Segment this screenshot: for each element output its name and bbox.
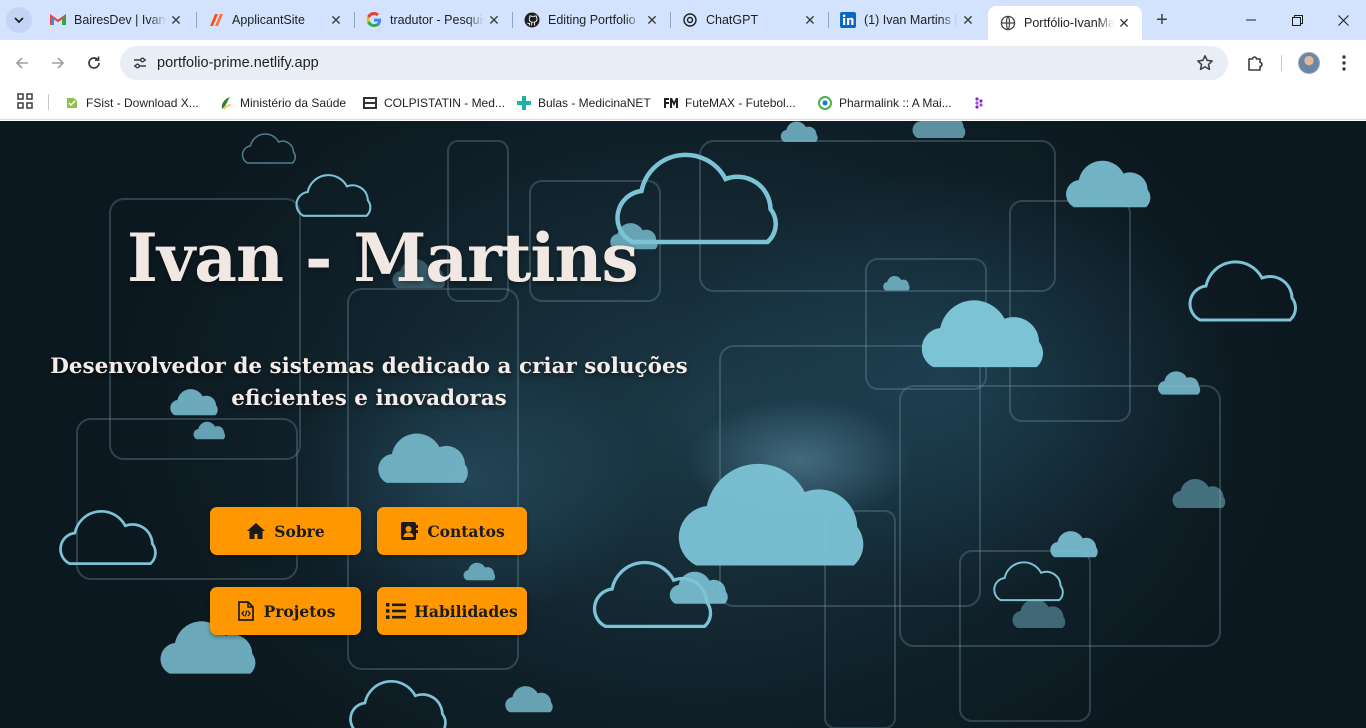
- close-icon[interactable]: ✕: [958, 10, 978, 30]
- applicant-site-icon: [208, 12, 224, 28]
- tab-title: tradutor - Pesquisa Google: [390, 13, 484, 27]
- bookmark-ministerio[interactable]: Ministério da Saúde: [218, 91, 346, 115]
- pharmalink-icon: [817, 95, 833, 111]
- bookmark-label: Pharmalink :: A Mai...: [839, 96, 952, 110]
- home-icon: [246, 521, 266, 541]
- new-tab-button[interactable]: +: [1150, 8, 1174, 32]
- close-icon[interactable]: ✕: [326, 10, 346, 30]
- back-arrow-icon: [15, 57, 28, 69]
- bookmark-colpistatin[interactable]: COLPISTATIN - Med...: [362, 91, 505, 115]
- button-label: Projetos: [263, 601, 336, 621]
- tab-title: Portfólio-IvanMartins: [1024, 16, 1114, 30]
- restore-icon: [1291, 14, 1303, 26]
- bookmark-fsist[interactable]: FSist - Download X...: [64, 91, 199, 115]
- bookmark-label: FuteMAX - Futebol...: [685, 96, 796, 110]
- hero-subtitle: Desenvolvedor de sistemas dedicado a cri…: [50, 354, 688, 411]
- close-window-icon: [1337, 14, 1349, 26]
- puzzle-icon: [1248, 56, 1263, 71]
- url-text[interactable]: portfolio-prime.netlify.app: [157, 55, 319, 71]
- dots-logo-icon: [971, 95, 987, 111]
- contatos-button[interactable]: Contatos: [377, 507, 527, 555]
- futemax-icon: [663, 95, 679, 111]
- cloud-network-background: [59, 121, 1297, 728]
- ministerio-icon: [218, 95, 234, 111]
- bookmark-bulas[interactable]: Bulas - MedicinaNET: [516, 91, 651, 115]
- minimize-icon: [1246, 19, 1256, 21]
- habilidades-button[interactable]: Habilidades: [377, 587, 527, 635]
- minimize-button[interactable]: [1228, 0, 1274, 40]
- tab-title: BairesDev | Ivan Martins: [74, 13, 166, 27]
- google-icon: [366, 12, 382, 28]
- bookmark-label: Ministério da Saúde: [240, 96, 347, 110]
- address-bar[interactable]: portfolio-prime.netlify.app: [120, 46, 1228, 80]
- tab-title: ApplicantSite: [232, 13, 305, 27]
- github-icon: [524, 12, 540, 28]
- site-info-icon[interactable]: [128, 51, 152, 75]
- button-label: Habilidades: [414, 601, 518, 621]
- chatgpt-icon: [682, 12, 698, 28]
- button-label: Sobre: [274, 521, 325, 541]
- bookmarks-bar: FSist - Download X... Ministério da Saúd…: [0, 86, 1366, 120]
- button-label: Contatos: [427, 521, 505, 541]
- tab-search-button[interactable]: [6, 7, 32, 33]
- back-button[interactable]: [8, 49, 36, 77]
- forward-arrow-icon: [52, 57, 65, 69]
- sobre-button[interactable]: Sobre: [210, 507, 361, 555]
- gmail-icon: [50, 12, 66, 28]
- hero-section: Ivan - Martins Desenvolvedor de sistemas…: [0, 121, 1366, 728]
- hero-title: Ivan - Martins: [127, 219, 639, 297]
- bookmark-label: COLPISTATIN - Med...: [384, 96, 505, 110]
- globe-icon: [1000, 15, 1016, 31]
- extensions-button[interactable]: [1242, 50, 1268, 76]
- restore-button[interactable]: [1274, 0, 1320, 40]
- bookmark-pharmalink[interactable]: Pharmalink :: A Mai...: [817, 91, 952, 115]
- more-vertical-icon: [1342, 55, 1346, 71]
- plus-cross-icon: [516, 95, 532, 111]
- tab-title: (1) Ivan Martins | LinkedIn: [864, 13, 958, 27]
- close-icon[interactable]: ✕: [1114, 13, 1134, 33]
- tab-portfolio-active[interactable]: Portfólio-IvanMartins ✕: [988, 6, 1142, 40]
- reload-icon: [88, 56, 100, 69]
- profile-avatar[interactable]: [1298, 52, 1320, 74]
- forward-button[interactable]: [44, 49, 72, 77]
- close-icon[interactable]: ✕: [484, 10, 504, 30]
- bookmark-unnamed[interactable]: [971, 91, 993, 115]
- code-file-icon: [236, 601, 256, 621]
- linkedin-icon: [840, 12, 856, 28]
- tab-title: ChatGPT: [706, 13, 759, 27]
- tab-gmail[interactable]: BairesDev | Ivan Martins ✕: [38, 6, 194, 34]
- tab-applicantsite[interactable]: ApplicantSite ✕: [196, 6, 354, 34]
- bookmark-label: Bulas - MedicinaNET: [538, 96, 651, 110]
- bookmark-label: FSist - Download X...: [86, 96, 199, 110]
- close-icon[interactable]: ✕: [642, 10, 662, 30]
- tab-github[interactable]: Editing Portfolio ✕: [512, 6, 670, 34]
- browser-toolbar: portfolio-prime.netlify.app: [0, 40, 1366, 86]
- tab-title: Editing Portfolio: [548, 13, 636, 27]
- fsist-icon: [64, 95, 80, 111]
- chevron-down-icon: [14, 17, 24, 24]
- contacts-icon: [399, 521, 419, 541]
- tab-chatgpt[interactable]: ChatGPT ✕: [670, 6, 828, 34]
- list-icon: [386, 601, 407, 621]
- tab-strip: BairesDev | Ivan Martins ✕ ApplicantSite…: [0, 0, 1366, 40]
- bookmark-star-icon[interactable]: [1194, 52, 1216, 74]
- close-window-button[interactable]: [1320, 0, 1366, 40]
- close-icon[interactable]: ✕: [800, 10, 820, 30]
- close-icon[interactable]: ✕: [166, 10, 186, 30]
- tab-linkedin[interactable]: (1) Ivan Martins | LinkedIn ✕: [828, 6, 986, 34]
- bookmark-futemax[interactable]: FuteMAX - Futebol...: [663, 91, 796, 115]
- projetos-button[interactable]: Projetos: [210, 587, 361, 635]
- medicine-icon: [362, 95, 378, 111]
- apps-grid-icon[interactable]: [16, 92, 36, 112]
- reload-button[interactable]: [80, 49, 108, 77]
- tab-google-search[interactable]: tradutor - Pesquisa Google ✕: [354, 6, 512, 34]
- browser-menu-button[interactable]: [1332, 50, 1356, 76]
